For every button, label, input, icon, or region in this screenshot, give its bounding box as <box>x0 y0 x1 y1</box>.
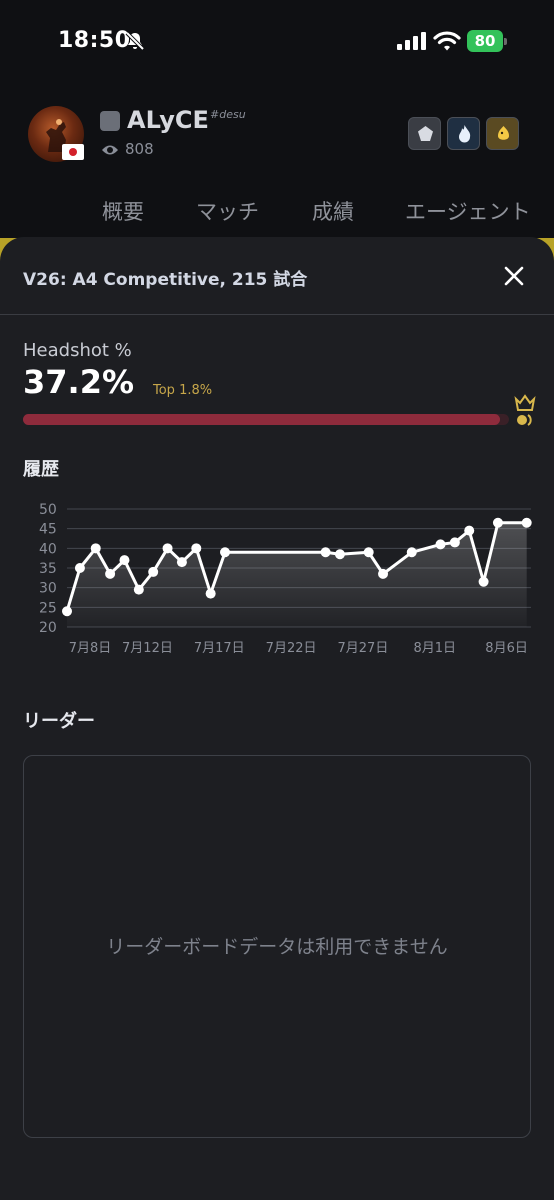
japan-flag-icon <box>62 144 84 160</box>
history-chart: 20 25 30 35 40 45 50 7月8日 7月12日 7月17日 7月22日 7月27日 8月… <box>39 502 532 656</box>
data-point <box>521 517 532 528</box>
tab-overview[interactable]: 概要 <box>102 196 144 226</box>
stat-detail-sheet: V26: A4 Competitive, 215 試合 Headshot % 3… <box>0 237 554 1200</box>
battery-level: 80 <box>474 32 496 50</box>
username: ALyCE <box>127 106 209 134</box>
bell-slash-icon <box>125 31 145 51</box>
top-percentile: Top 1.8% <box>153 383 213 398</box>
x-tick-label: 8月6日 <box>485 641 528 656</box>
data-point <box>62 606 72 617</box>
percentile-bar <box>23 414 509 425</box>
status-time: 18:50 <box>58 28 131 53</box>
sheet-title: V26: A4 Competitive, 215 試合 <box>23 270 308 290</box>
y-tick-label: 25 <box>39 600 57 616</box>
data-point <box>74 563 85 573</box>
data-point <box>435 539 446 550</box>
x-tick-label: 7月27日 <box>338 641 389 656</box>
data-point <box>378 568 389 579</box>
divider <box>0 314 554 315</box>
crown-medal-icon <box>514 394 536 426</box>
flame-badge-icon[interactable] <box>447 117 480 150</box>
wifi-icon <box>433 31 461 51</box>
profile-tabs: 概要 マッチ 成績 エージェント <box>0 196 554 230</box>
data-point <box>176 557 187 568</box>
leaderboard-empty-message: リーダーボードデータは利用できません <box>106 936 448 958</box>
data-point <box>205 588 216 599</box>
y-tick-label: 35 <box>39 561 57 577</box>
data-point <box>449 537 460 548</box>
x-tick-label: 7月17日 <box>194 641 245 656</box>
status-bar: 18:50 80 <box>0 0 554 84</box>
signal-icon <box>397 32 426 50</box>
data-point <box>478 576 489 587</box>
y-tick-label: 50 <box>39 502 57 518</box>
x-tick-label: 7月8日 <box>69 641 112 656</box>
chick-badge-icon[interactable] <box>486 117 519 150</box>
data-point <box>105 568 116 579</box>
x-tick-label: 7月12日 <box>122 641 173 656</box>
data-point <box>220 547 231 558</box>
data-point <box>90 543 101 554</box>
data-point <box>464 525 475 536</box>
data-point <box>406 547 417 558</box>
data-point <box>191 543 202 554</box>
y-tick-label: 40 <box>39 541 57 557</box>
y-tick-label: 30 <box>39 581 57 597</box>
tab-matches[interactable]: マッチ <box>196 196 259 226</box>
data-point <box>133 584 144 595</box>
riot-fist-icon <box>100 111 120 131</box>
leaderboard-panel: リーダーボードデータは利用できません <box>23 755 531 1138</box>
y-tick-label: 20 <box>39 620 57 636</box>
data-point <box>334 549 345 560</box>
history-title: 履歴 <box>23 459 59 480</box>
x-tick-label: 8月1日 <box>413 641 456 656</box>
data-point <box>148 566 159 577</box>
stat-value: 37.2% <box>23 363 135 401</box>
data-point <box>363 547 374 558</box>
close-icon[interactable] <box>502 264 526 288</box>
leader-title: リーダー <box>23 711 95 732</box>
view-count: 808 <box>125 140 154 158</box>
x-tick-label: 7月22日 <box>266 641 317 656</box>
screen: 18:50 80 ALyCE #desu 808 概要 マッチ 成績 エージェン… <box>0 0 554 1200</box>
y-tick-label: 45 <box>39 522 57 538</box>
percentile-bar-fill <box>23 414 501 425</box>
data-point <box>492 517 503 528</box>
stat-label: Headshot % <box>23 340 132 361</box>
data-point <box>320 547 331 558</box>
battery-indicator: 80 <box>467 30 507 52</box>
user-tag: #desu <box>210 108 246 121</box>
eye-icon <box>102 145 118 155</box>
tab-performance[interactable]: 成績 <box>312 196 354 226</box>
pentagon-badge-icon[interactable] <box>408 117 441 150</box>
data-point <box>162 543 173 554</box>
tab-agents[interactable]: エージェント <box>405 196 531 226</box>
data-point <box>119 555 130 566</box>
